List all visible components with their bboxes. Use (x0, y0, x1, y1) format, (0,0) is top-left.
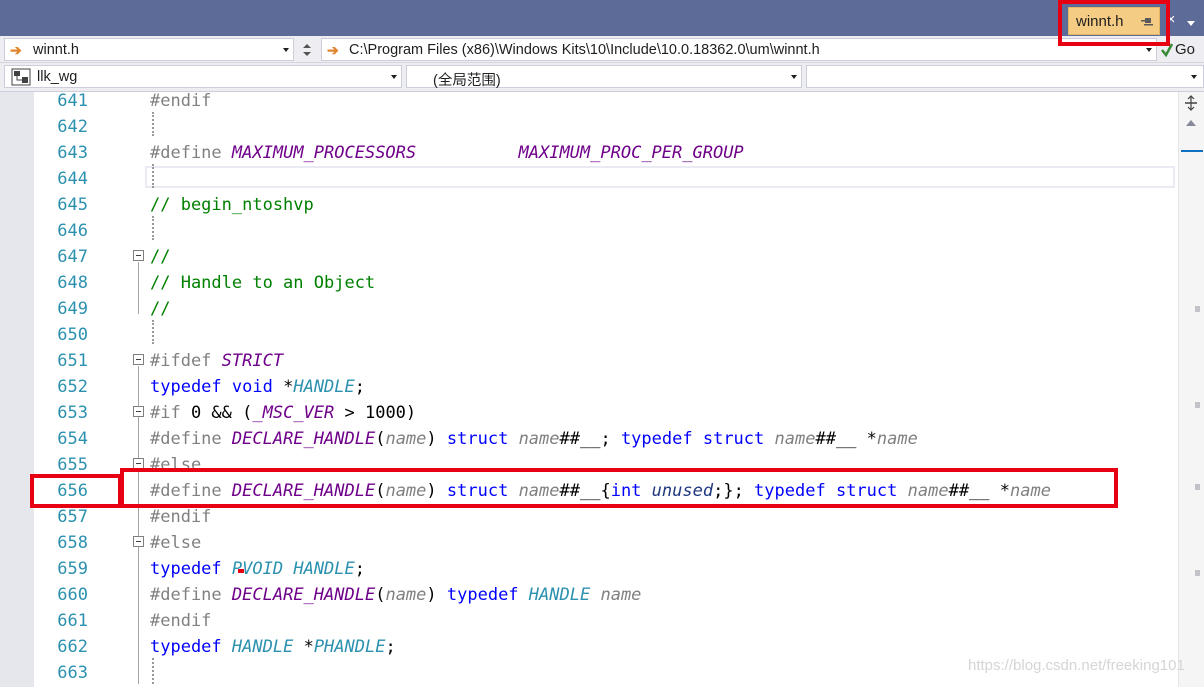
collapse-icon[interactable] (133, 250, 144, 261)
code-line: // Handle to an Object (150, 273, 376, 293)
chevron-down-icon[interactable] (391, 75, 397, 79)
document-tab-strip: winnt.h × (0, 0, 1204, 36)
code-line: #ifdef STRICT (150, 351, 284, 371)
indent-guide (152, 112, 154, 136)
line-number: 641 (57, 91, 88, 111)
collapse-icon[interactable] (133, 354, 144, 365)
code-line: // begin_ntoshvp (150, 195, 314, 215)
line-number: 642 (57, 117, 88, 137)
line-number: 652 (57, 377, 88, 397)
project-selector-value: llk_wg (37, 69, 78, 85)
vertical-scrollbar[interactable] (1178, 92, 1204, 687)
chevron-down-icon[interactable] (791, 75, 797, 79)
file-path: C:\Program Files (x86)\Windows Kits\10\I… (349, 42, 820, 58)
overview-marker (1195, 306, 1200, 312)
current-line-highlight (145, 166, 1175, 188)
indent-guide (152, 320, 154, 344)
line-number: 650 (57, 325, 88, 345)
line-number: 648 (57, 273, 88, 293)
arrow-right-icon: ➔ (327, 42, 339, 58)
line-number: 643 (57, 143, 88, 163)
code-editor[interactable]: 641 642 643 644 645 646 647 648 649 650 … (0, 91, 1204, 687)
line-number: 645 (57, 195, 88, 215)
code-line: #endif (150, 611, 212, 631)
line-number: 647 (57, 247, 88, 267)
code-line: #endif (150, 91, 212, 111)
go-label: Go (1175, 41, 1196, 58)
annotation-box-line-number (30, 474, 122, 508)
code-line: // (150, 299, 171, 319)
line-number: 661 (57, 611, 88, 631)
code-line: #define MAXIMUM_PROCESSORS MAXIMUM_PROC_… (150, 143, 744, 163)
editor-margin-strip (0, 92, 34, 687)
overview-marker (1195, 484, 1200, 490)
indent-guide (152, 216, 154, 240)
indent-guide (152, 164, 154, 188)
code-line: #else (150, 533, 202, 553)
chevron-down-icon[interactable] (1191, 75, 1197, 79)
member-selector[interactable] (806, 65, 1204, 88)
file-selector-value: winnt.h (33, 42, 79, 58)
arrow-right-icon: ➔ (10, 42, 22, 58)
code-line: typedef HANDLE *PHANDLE; (150, 637, 396, 657)
line-number: 662 (57, 637, 88, 657)
file-path-box[interactable]: ➔ C:\Program Files (x86)\Windows Kits\10… (321, 38, 1157, 61)
line-number: 658 (57, 533, 88, 553)
overview-marker (1195, 402, 1200, 408)
line-number: 663 (57, 663, 88, 683)
scope-selector[interactable]: (全局范围) (406, 65, 802, 89)
line-number: 646 (57, 221, 88, 241)
code-line: #if 0 && (_MSC_VER > 1000) (150, 403, 417, 423)
line-number: 654 (57, 429, 88, 449)
file-selector-spinner[interactable] (296, 38, 316, 61)
line-number: 644 (57, 169, 88, 189)
scroll-up-icon[interactable] (1186, 120, 1196, 126)
file-selector[interactable]: ➔ winnt.h (4, 38, 294, 61)
caret-position-marker (1181, 150, 1203, 152)
collapse-icon[interactable] (133, 536, 144, 547)
chevron-down-icon[interactable] (1146, 48, 1152, 52)
annotation-mark (238, 569, 244, 573)
line-number: 649 (57, 299, 88, 319)
indent-guide (152, 658, 154, 684)
project-icon (11, 68, 31, 90)
annotation-box-code (120, 468, 1118, 508)
scope-selector-value: (全局范围) (433, 73, 501, 89)
line-number: 653 (57, 403, 88, 423)
navigation-bar-file: ➔ winnt.h ➔ C:\Program Files (x86)\Windo… (0, 36, 1204, 63)
line-number: 651 (57, 351, 88, 371)
code-line: // (150, 247, 171, 267)
code-line: #define DECLARE_HANDLE(name) typedef HAN… (150, 585, 642, 605)
chevron-down-icon[interactable] (283, 48, 289, 52)
watermark: https://blog.csdn.net/freeking101 (968, 657, 1185, 674)
code-line: typedef PVOID HANDLE; (150, 559, 366, 579)
code-line: typedef void *HANDLE; (150, 377, 366, 397)
outline-line (138, 262, 139, 314)
project-selector[interactable]: llk_wg (4, 65, 402, 88)
split-icon[interactable] (1183, 95, 1199, 111)
overview-marker (1195, 570, 1200, 576)
line-number: 659 (57, 559, 88, 579)
code-line: #define DECLARE_HANDLE(name) struct name… (150, 429, 918, 449)
collapse-icon[interactable] (133, 406, 144, 417)
annotation-box-tab (1058, 0, 1170, 46)
chevron-down-icon[interactable] (1186, 14, 1196, 32)
line-number: 660 (57, 585, 88, 605)
